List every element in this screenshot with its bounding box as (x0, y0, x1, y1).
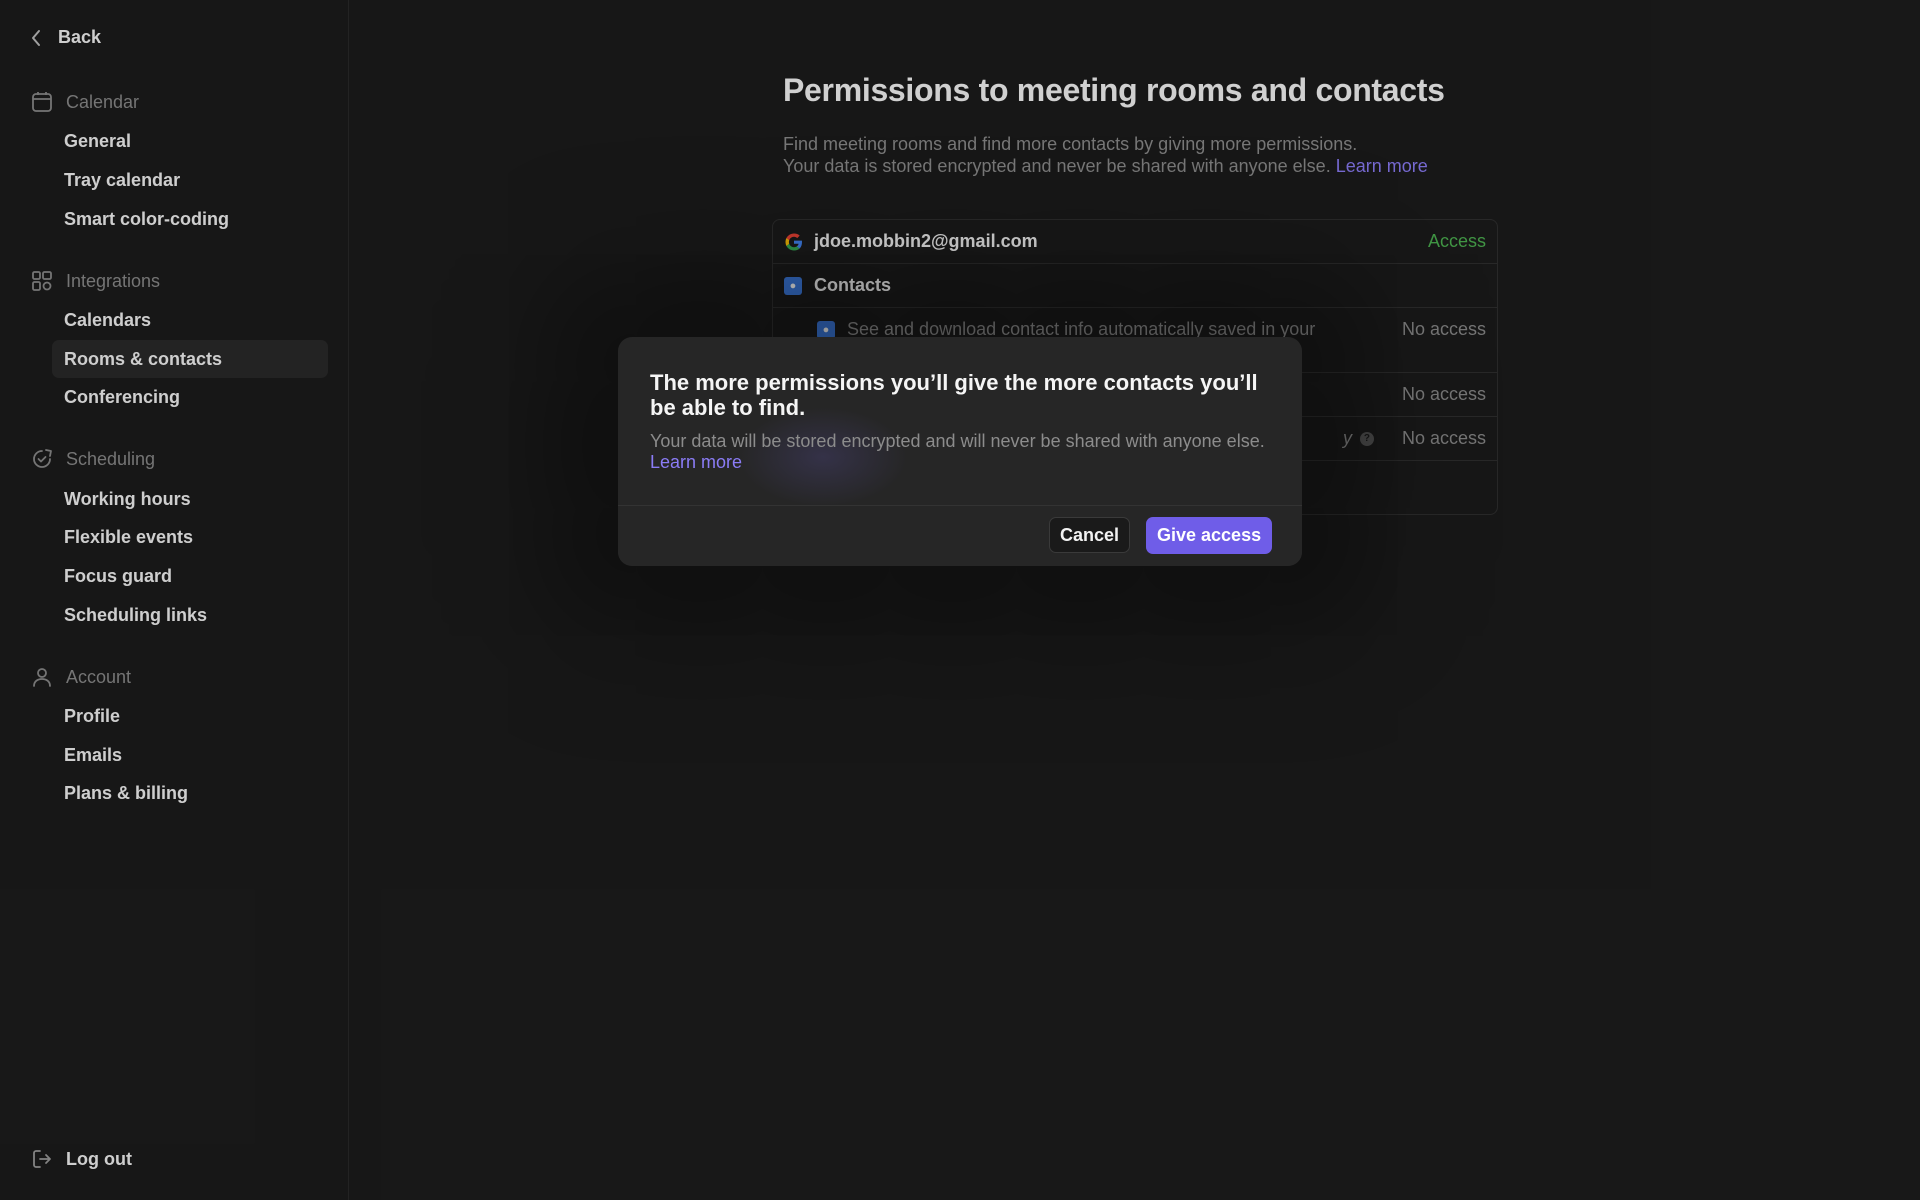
dialog-footer: Cancel Give access (618, 505, 1302, 566)
give-access-button[interactable]: Give access (1146, 517, 1273, 554)
permissions-dialog: The more permissions you’ll give the mor… (618, 337, 1302, 566)
dialog-title: The more permissions you’ll give the mor… (650, 370, 1258, 420)
dialog-body-text: Your data will be stored encrypted and w… (650, 431, 1265, 451)
dialog-learn-more-link[interactable]: Learn more (650, 452, 742, 472)
dialog-body: Your data will be stored encrypted and w… (650, 431, 1270, 473)
modal-overlay[interactable] (0, 0, 1920, 1200)
cancel-button[interactable]: Cancel (1049, 517, 1131, 553)
